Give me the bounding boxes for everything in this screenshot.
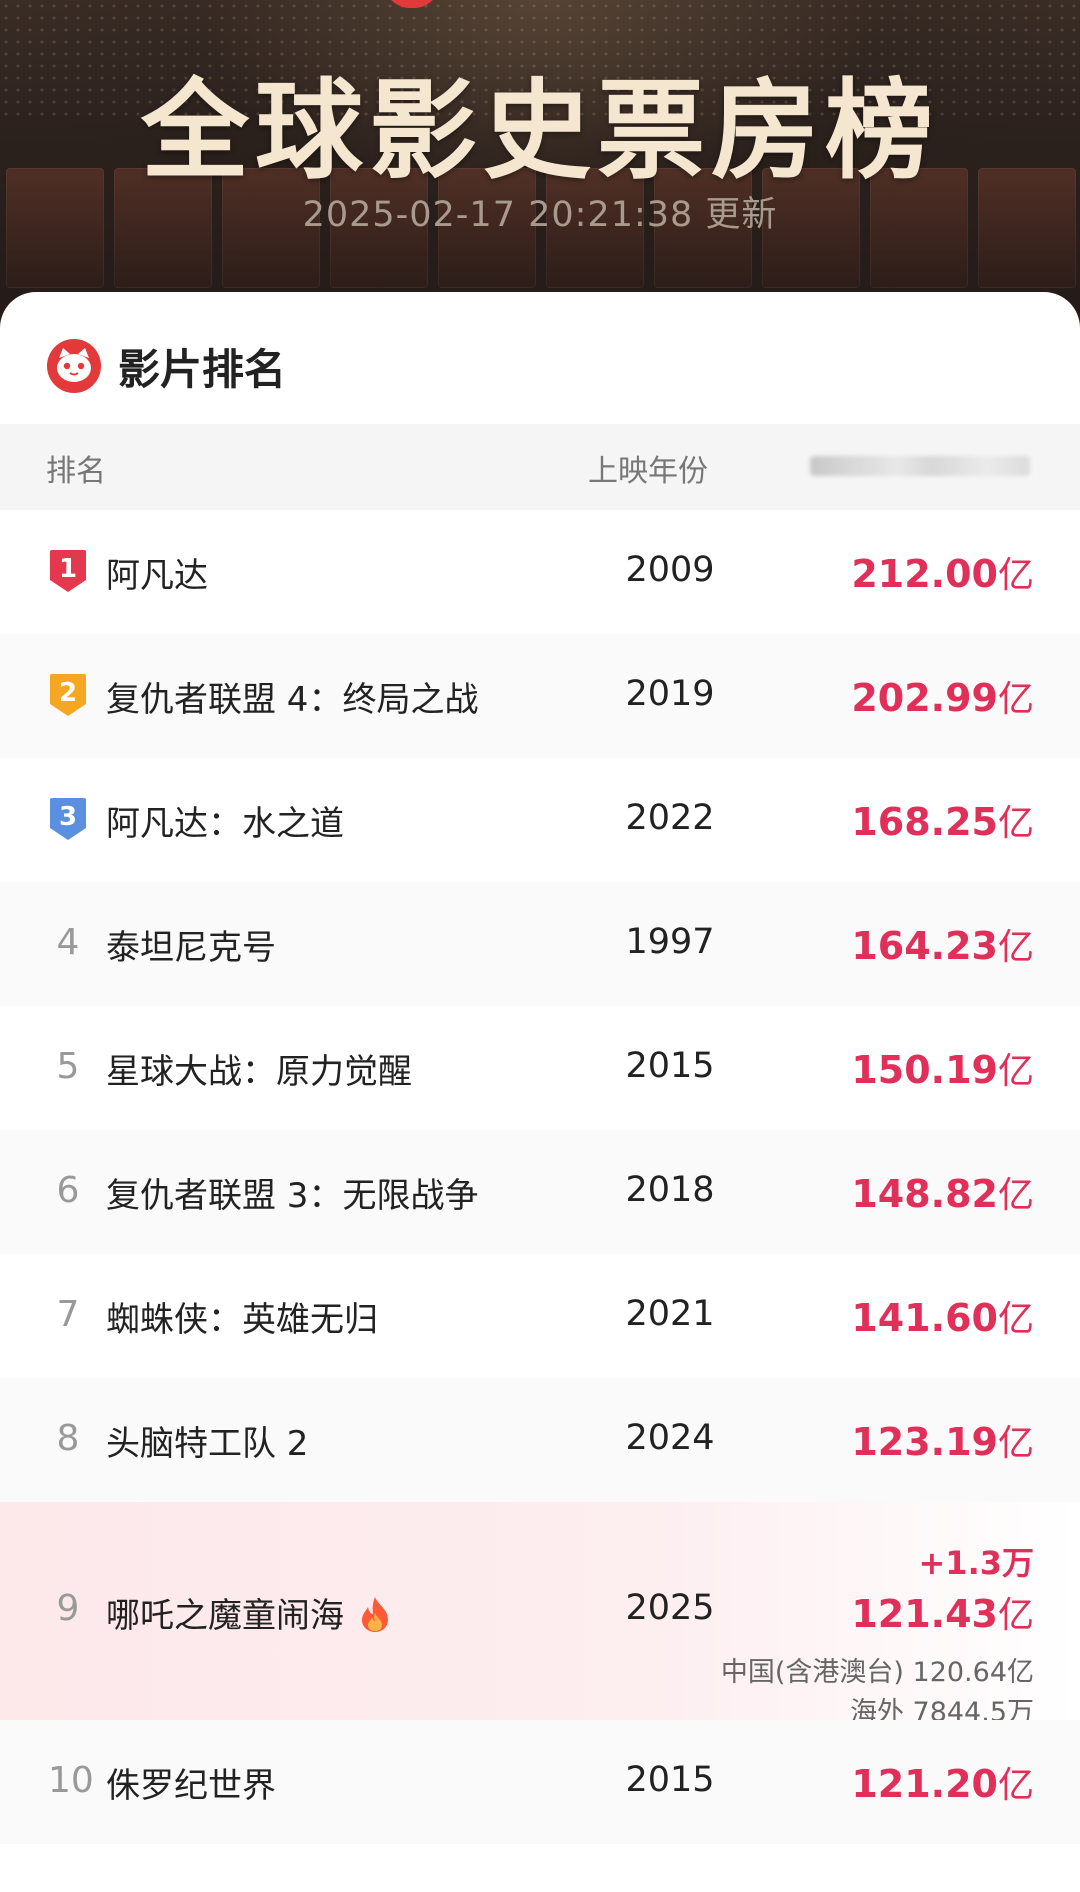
column-header: 排名 上映年份 (0, 424, 1080, 510)
gold-medal-icon: 1 (48, 548, 88, 594)
table-row[interactable]: 8 头脑特工队 2 2024 123.19亿 (0, 1378, 1080, 1502)
gross-value: 168.25 (851, 800, 998, 844)
bronze-medal-icon: 3 (48, 796, 88, 842)
release-year: 2009 (625, 550, 715, 590)
gross-unit: 亿 (997, 1423, 1034, 1464)
movie-title: 复仇者联盟 3：无限战争 (106, 1176, 479, 1216)
box-office-gross: 123.19亿 (851, 1414, 1034, 1466)
movie-title: 复仇者联盟 4：终局之战 (106, 680, 479, 720)
gross-unit: 亿 (997, 555, 1034, 596)
release-year: 2024 (625, 1418, 715, 1458)
table-row[interactable]: 2 复仇者联盟 4：终局之战 2019 202.99亿 (0, 634, 1080, 758)
gross-unit: 亿 (997, 679, 1034, 720)
box-office-gross: 212.00亿 (851, 546, 1034, 598)
box-office-gross: 168.25亿 (851, 794, 1034, 846)
box-office-gross: 202.99亿 (851, 670, 1034, 722)
update-timestamp: 2025-02-17 20:21:38 更新 (302, 195, 778, 235)
release-year: 2018 (625, 1170, 715, 1210)
hero-banner: 全球影史票房榜 2025-02-17 20:21:38 更新 (0, 0, 1080, 330)
gross-unit: 亿 (997, 1299, 1034, 1340)
card-title: 影片排名 (118, 344, 287, 394)
movie-title-wrapper: 哪吒之魔童闹海 (106, 1588, 392, 1637)
rank-number: 3 (58, 802, 78, 832)
gross-unit: 亿 (997, 1175, 1034, 1216)
ranking-card: 影片排名 排名 上映年份 1 阿凡达 2009 212.00亿 2 复仇者联盟 … (0, 292, 1080, 1892)
box-office-gross: 150.19亿 (851, 1042, 1034, 1094)
gross-value: 202.99 (851, 676, 998, 720)
gross-value: 121.43 (851, 1592, 998, 1636)
realtime-increment: +1.3万 (918, 1544, 1034, 1582)
release-year: 2025 (625, 1588, 715, 1628)
movie-title: 头脑特工队 2 (106, 1424, 309, 1464)
gross-value: 164.23 (851, 924, 998, 968)
gross-unit: 亿 (997, 927, 1034, 968)
movie-title: 蜘蛛侠：英雄无归 (106, 1300, 378, 1340)
rank-number: 7 (56, 1294, 80, 1335)
movie-title: 侏罗纪世界 (106, 1766, 276, 1806)
gross-value: 123.19 (851, 1420, 998, 1464)
gross-unit: 亿 (997, 1595, 1034, 1636)
rank-number: 2 (58, 678, 78, 708)
table-row[interactable]: 10 侏罗纪世界 2015 121.20亿 (0, 1720, 1080, 1844)
movie-title: 阿凡达：水之道 (106, 804, 344, 844)
release-year: 2015 (625, 1046, 715, 1086)
table-row[interactable]: 7 蜘蛛侠：英雄无归 2021 141.60亿 (0, 1254, 1080, 1378)
table-row[interactable]: 6 复仇者联盟 3：无限战争 2018 148.82亿 (0, 1130, 1080, 1254)
fire-icon (358, 1595, 392, 1633)
card-header: 影片排名 (46, 336, 286, 396)
gross-value: 121.20 (851, 1762, 998, 1806)
rank-number: 5 (56, 1046, 80, 1087)
box-office-gross: 141.60亿 (851, 1290, 1034, 1342)
box-office-gross: 164.23亿 (851, 918, 1034, 970)
rank-number: 6 (56, 1170, 80, 1211)
movie-title: 星球大战：原力觉醒 (106, 1052, 412, 1092)
movie-title: 哪吒之魔童闹海 (106, 1596, 344, 1636)
gross-value: 141.60 (851, 1296, 998, 1340)
table-row-highlighted[interactable]: 9 哪吒之魔童闹海 2025 +1.3万 121.43亿 中国(含港澳台) 12… (0, 1502, 1080, 1728)
rank-number: 8 (56, 1418, 80, 1459)
box-office-gross: 121.20亿 (851, 1756, 1034, 1808)
table-row[interactable]: 1 阿凡达 2009 212.00亿 (0, 510, 1080, 634)
table-row[interactable]: 4 泰坦尼克号 1997 164.23亿 (0, 882, 1080, 1006)
gross-value: 212.00 (851, 552, 998, 596)
silver-medal-icon: 2 (48, 672, 88, 718)
rank-number: 9 (56, 1588, 80, 1629)
gross-unit: 亿 (997, 803, 1034, 844)
column-rank-label: 排名 (46, 454, 106, 489)
table-row[interactable]: 5 星球大战：原力觉醒 2015 150.19亿 (0, 1006, 1080, 1130)
box-office-gross: 121.43亿 (851, 1586, 1034, 1638)
page-title: 全球影史票房榜 (140, 69, 939, 194)
gross-value: 150.19 (851, 1048, 998, 1092)
movie-title: 阿凡达 (106, 556, 208, 596)
maoyan-cat-logo-icon (46, 338, 102, 394)
movie-title: 泰坦尼克号 (106, 928, 276, 968)
box-office-gross: 148.82亿 (851, 1166, 1034, 1218)
release-year: 1997 (625, 922, 715, 962)
column-year-label: 上映年份 (588, 454, 708, 489)
gross-unit: 亿 (997, 1051, 1034, 1092)
gross-unit: 亿 (997, 1765, 1034, 1806)
rank-number: 10 (48, 1760, 94, 1801)
column-blurred-label (810, 456, 1030, 476)
gross-value: 148.82 (851, 1172, 998, 1216)
china-gross: 中国(含港澳台) 120.64亿 (720, 1657, 1034, 1688)
release-year: 2022 (625, 798, 715, 838)
ranking-list: 1 阿凡达 2009 212.00亿 2 复仇者联盟 4：终局之战 2019 2… (0, 510, 1080, 1844)
table-row[interactable]: 3 阿凡达：水之道 2022 168.25亿 (0, 758, 1080, 882)
release-year: 2021 (625, 1294, 715, 1334)
release-year: 2015 (625, 1760, 715, 1800)
rank-number: 4 (56, 922, 80, 963)
rank-number: 1 (58, 554, 78, 584)
release-year: 2019 (625, 674, 715, 714)
